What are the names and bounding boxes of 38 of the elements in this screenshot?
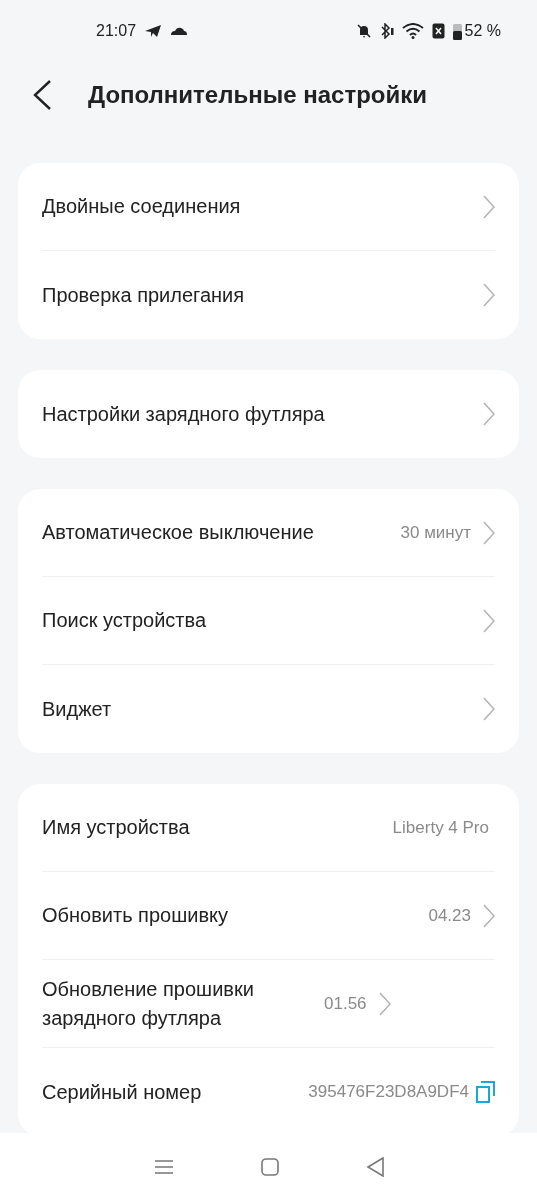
setting-label[interactable]: Виджет [42, 694, 471, 724]
setting-label[interactable]: Проверка прилегания [42, 280, 471, 310]
page-title: Дополнительные настройки [88, 81, 427, 109]
setting-label[interactable]: Имя устройства [42, 813, 381, 842]
setting-label[interactable]: Обновить прошивку [42, 901, 417, 930]
chevron-right-icon[interactable] [378, 991, 391, 1016]
chevron-right-icon[interactable] [483, 402, 495, 426]
status-time: 21:07 [96, 22, 137, 40]
cloud-icon [170, 26, 189, 36]
setting-value: 04.23 [428, 905, 471, 926]
bell-off-icon [355, 23, 372, 39]
menu-icon[interactable] [153, 1158, 174, 1175]
chevron-right-icon[interactable] [483, 520, 495, 545]
chevron-right-icon[interactable] [483, 608, 495, 633]
setting-value: 30 минут [400, 522, 471, 543]
setting-value: 395476F23D8A9DF4 [308, 1082, 469, 1102]
setting-label[interactable]: Поиск устройства [42, 606, 471, 635]
battery-icon [452, 22, 462, 40]
setting-label[interactable]: Двойные соединения [42, 192, 471, 221]
setting-label[interactable]: Серийный номер [42, 1077, 303, 1107]
sim-off-icon [431, 23, 445, 39]
chevron-right-icon[interactable] [483, 194, 495, 219]
wifi-icon [401, 23, 424, 39]
send-icon [144, 24, 163, 38]
setting-value: 01.56 [324, 993, 367, 1014]
battery-percent: 52 % [464, 22, 501, 40]
setting-label[interactable]: Настройки зарядного футляра [42, 399, 471, 429]
setting-value: Liberty 4 Pro [392, 817, 489, 838]
back-icon[interactable] [32, 80, 52, 110]
chevron-right-icon[interactable] [483, 903, 495, 928]
bluetooth-icon [379, 23, 394, 39]
setting-label[interactable]: Автоматическое выключение [42, 518, 389, 547]
chevron-right-icon[interactable] [483, 283, 495, 307]
chevron-right-icon[interactable] [483, 697, 495, 721]
copy-icon[interactable] [475, 1081, 495, 1103]
home-icon[interactable] [260, 1157, 279, 1176]
setting-label[interactable]: Обновление прошивки зарядного футляра [42, 974, 312, 1033]
back-triangle-icon[interactable] [365, 1156, 384, 1177]
